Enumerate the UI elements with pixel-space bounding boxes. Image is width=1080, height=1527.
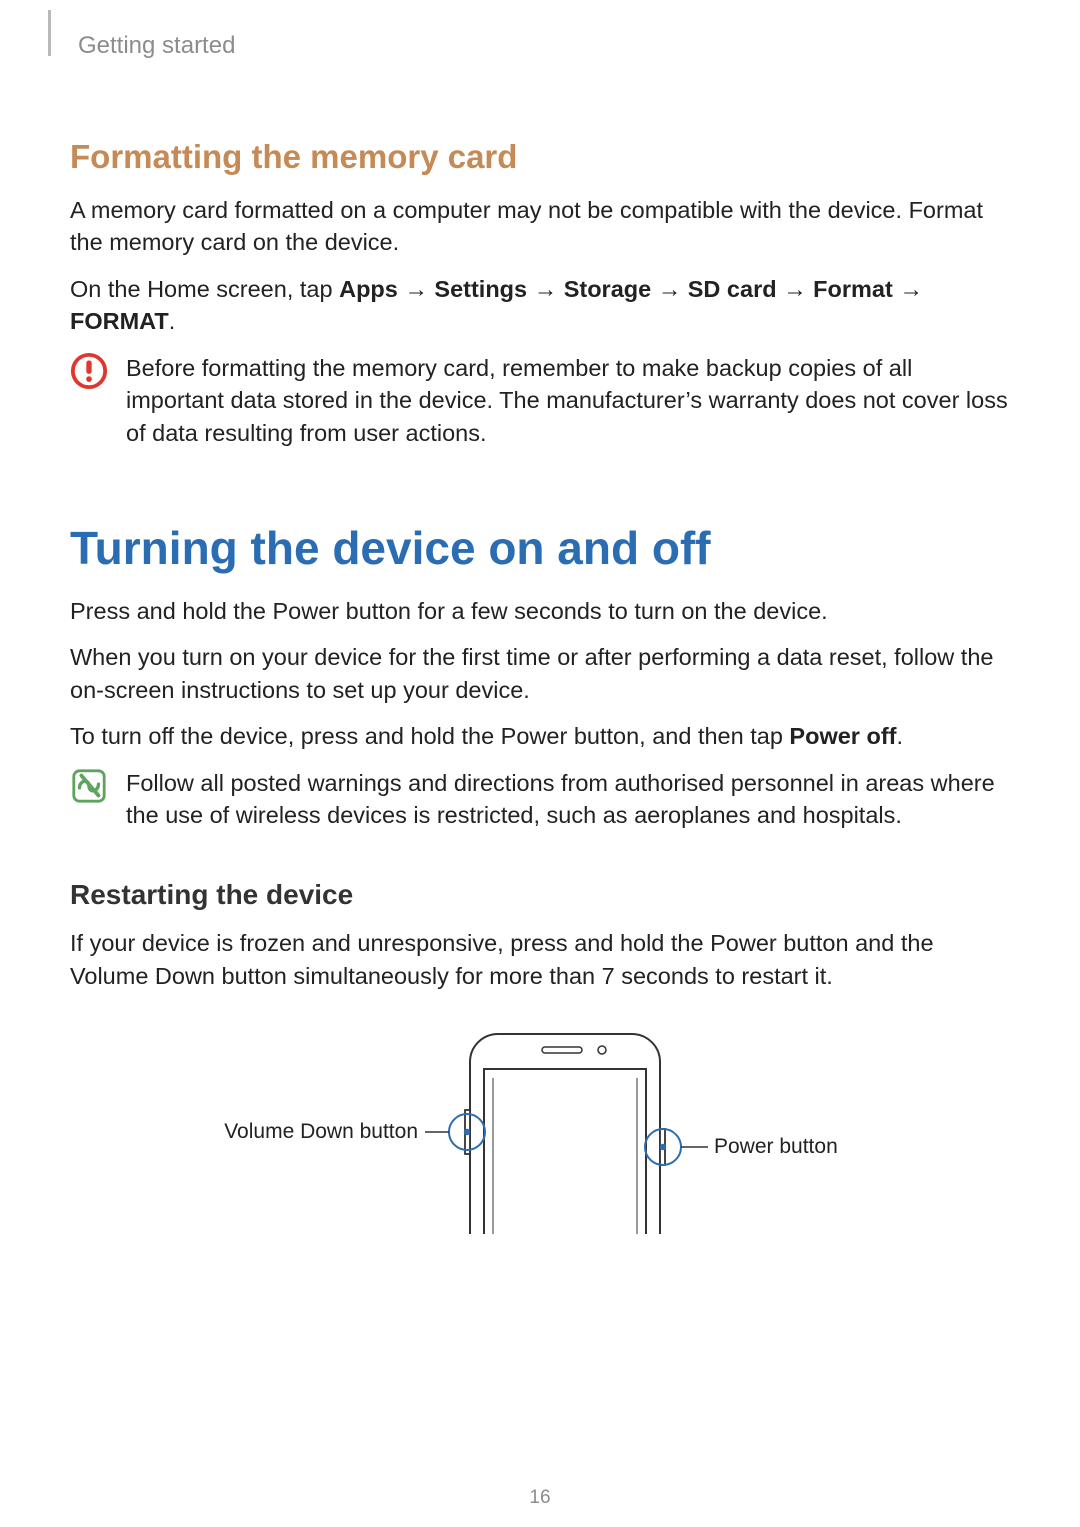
warning-text: Before formatting the memory card, remem… [126, 352, 1010, 449]
paragraph: To turn off the device, press and hold t… [70, 720, 1010, 752]
device-diagram-svg: Volume Down button Power button [220, 1014, 860, 1264]
paragraph: A memory card formatted on a computer ma… [70, 194, 1010, 259]
header-section-title: Getting started [78, 0, 1010, 60]
info-notice: Follow all posted warnings and direction… [70, 767, 1010, 832]
paragraph: If your device is frozen and unresponsiv… [70, 927, 1010, 992]
header-accent-rule [48, 10, 51, 56]
diagram-label-volume-down: Volume Down button [224, 1120, 418, 1143]
page: Getting started Formatting the memory ca… [0, 0, 1080, 1527]
note-icon [70, 767, 108, 805]
heading-restarting-device: Restarting the device [70, 879, 1010, 911]
device-diagram: Volume Down button Power button [70, 1014, 1010, 1264]
note-text: Follow all posted warnings and direction… [126, 767, 1010, 832]
paragraph: When you turn on your device for the fir… [70, 641, 1010, 706]
caution-icon [70, 352, 108, 390]
warning-notice: Before formatting the memory card, remem… [70, 352, 1010, 449]
page-number: 16 [0, 1487, 1080, 1509]
heading-turning-device-on-off: Turning the device on and off [70, 521, 1010, 575]
instruction-line: On the Home screen, tap Apps → Settings … [70, 273, 1010, 338]
paragraph: Press and hold the Power button for a fe… [70, 595, 1010, 627]
diagram-label-power: Power button [714, 1135, 838, 1158]
heading-formatting-memory-card: Formatting the memory card [70, 138, 1010, 176]
